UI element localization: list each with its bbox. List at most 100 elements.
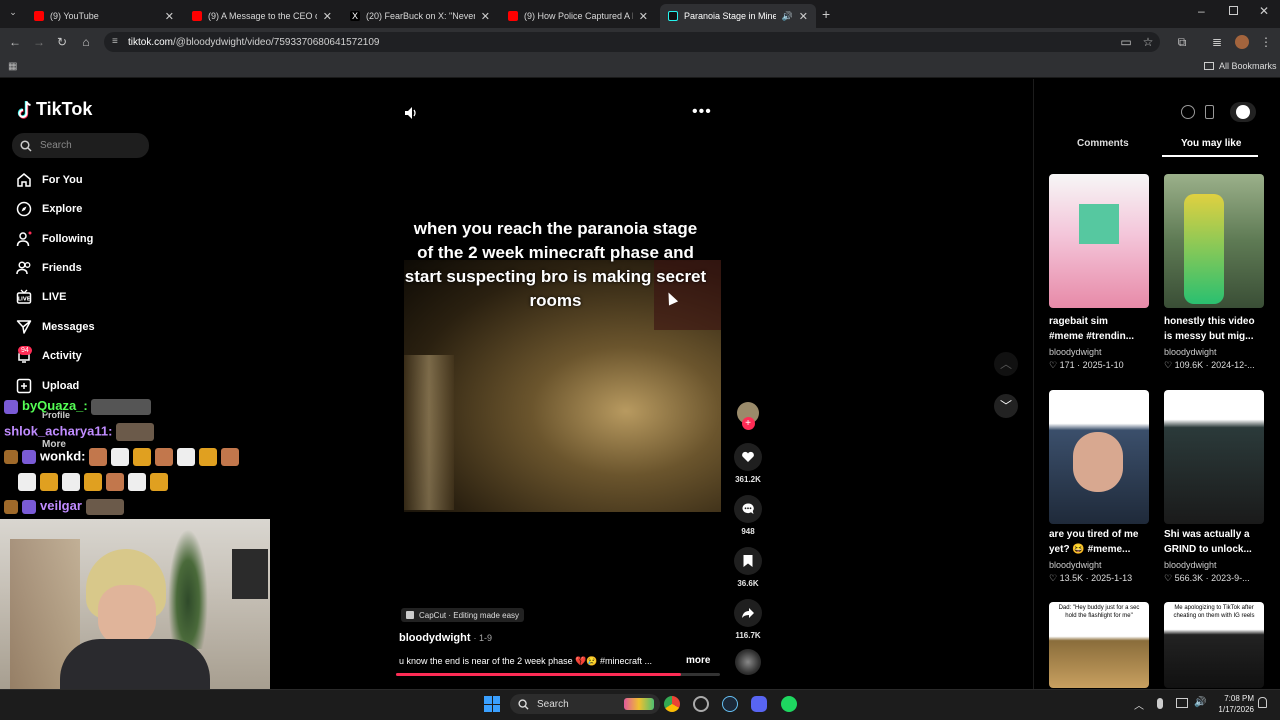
discord-taskbar-icon[interactable] [751,696,767,712]
capcut-tag[interactable]: CapCut · Editing made easy [401,608,525,622]
app-taskbar-icon[interactable] [693,696,709,712]
apps-grid-icon[interactable]: ▦ [8,61,17,72]
next-video-button[interactable]: ﹀ [994,394,1018,418]
taskbar-date: 1/17/2026 [1218,705,1254,714]
paper-plane-icon [16,320,32,334]
minimize-icon[interactable]: – [1198,4,1205,18]
close-icon[interactable]: ✕ [481,10,490,23]
recommended-title[interactable]: are you tired of me yet? 😆 #meme... [1049,527,1145,557]
device-icon[interactable] [1205,105,1214,119]
nav-live[interactable]: LIVE LIVE [16,287,66,307]
chat-emote-icon [85,498,124,515]
extensions-icon[interactable]: ⧉ [1174,34,1190,50]
spotify-taskbar-icon[interactable] [781,696,797,712]
tab-underline [1162,155,1258,157]
chat-badge-icon [22,450,36,464]
restore-icon[interactable] [1229,6,1238,15]
mute-icon[interactable] [403,105,419,121]
reload-icon[interactable]: ↻ [54,34,70,50]
tab-paranoia-stage[interactable]: Paranoia Stage in Minecraft 🔊✕ [660,4,816,28]
address-bar[interactable]: ≡ tiktok.com/@bloodydwight/video/7593370… [104,32,1160,52]
recommended-stats: ♡ 13.5K · 2025-1-13 [1049,573,1133,583]
chrome-taskbar-icon[interactable] [664,696,680,712]
recommended-author[interactable]: bloodydwight [1164,560,1217,570]
video-progress-bar[interactable] [396,673,720,676]
bookmark-star-icon[interactable]: ☆ [1140,34,1156,50]
close-icon[interactable]: ✕ [639,10,648,23]
forward-icon[interactable]: → [31,34,47,50]
search-icon [20,139,32,152]
music-disc[interactable] [733,649,763,675]
taskbar-search[interactable]: Search [510,694,660,714]
network-icon[interactable] [1176,698,1188,708]
media-controls-icon[interactable]: ≣ [1209,34,1225,50]
recommended-author[interactable]: bloodydwight [1164,347,1217,357]
all-bookmarks[interactable]: All Bookmarks [1204,61,1277,71]
tab-youtube[interactable]: (9) YouTube ✕ [26,4,182,28]
recommended-thumb[interactable] [1049,174,1149,308]
home-icon[interactable]: ⌂ [78,34,94,50]
microphone-icon[interactable] [1157,698,1163,709]
search-highlight-icon [624,698,654,710]
tab-fearbuck[interactable]: X (20) FearBuck on X: "Never bel✕ [342,4,498,28]
recommended-thumb[interactable] [1164,390,1264,524]
friends-icon [16,261,31,275]
nav-explore[interactable]: Explore [16,199,82,219]
tab-comments[interactable]: Comments [1077,138,1129,149]
recommended-title[interactable]: Shi was actually a GRIND to unlock... [1164,527,1260,557]
close-window-icon[interactable]: ✕ [1259,4,1269,18]
close-icon[interactable]: ✕ [165,10,174,23]
recommended-thumb[interactable] [1049,390,1149,524]
speaker-icon[interactable]: 🔊 [782,11,793,22]
share-button[interactable]: 116.7K [733,599,763,640]
chat-message: veilgar [4,498,128,515]
explore-icon[interactable] [1181,105,1195,119]
video-progress-fill [396,673,682,676]
recommended-title[interactable]: honestly this video is messy but mig... [1164,314,1260,344]
chat-badge-icon [4,499,18,514]
recommended-thumb[interactable]: Me apologizing to TikTok after cheating … [1164,602,1264,688]
menu-kebab-icon[interactable]: ⋮ [1258,34,1274,50]
steam-taskbar-icon[interactable] [722,696,738,712]
close-icon[interactable]: ✕ [323,10,332,23]
theme-toggle[interactable] [1230,102,1256,122]
search-input[interactable]: Search [12,133,149,158]
recommended-title[interactable]: ragebait sim #meme #trendin... [1049,314,1145,344]
back-icon[interactable]: ← [7,34,23,50]
recommended-author[interactable]: bloodydwight [1049,560,1102,570]
nav-messages[interactable]: Messages [16,317,95,337]
nav-following[interactable]: Following [16,229,93,249]
close-icon[interactable]: ✕ [799,10,808,23]
recommended-thumb[interactable]: Dad: "Hey buddy just for a sec hold the … [1049,602,1149,688]
follow-plus-icon[interactable]: + [741,417,755,430]
notification-bell-icon[interactable] [1258,697,1267,708]
like-button[interactable]: 361.2K [733,443,763,484]
more-link[interactable]: more [686,655,710,666]
creator-avatar[interactable]: + [733,402,763,430]
prev-video-button[interactable]: ︿ [994,352,1018,376]
tab-you-may-like[interactable]: You may like [1181,138,1241,149]
new-tab-button[interactable]: + [822,6,830,22]
tray-chevron-icon[interactable]: ︿ [1134,697,1144,712]
install-app-icon[interactable]: ▭ [1118,34,1134,50]
tab-search-icon[interactable]: ⌄ [6,7,20,21]
save-button[interactable]: 36.6K [733,547,763,588]
music-disc-icon [735,649,761,675]
comment-button[interactable]: 948 [733,495,763,536]
recommended-thumb[interactable] [1164,174,1264,308]
recommended-author[interactable]: bloodydwight [1049,347,1102,357]
tab-message-ceo[interactable]: (9) A Message to the CEO of Re✕ [184,4,340,28]
nav-for-you[interactable]: For You [16,170,83,190]
tab-police[interactable]: (9) How Police Captured A Kille✕ [500,4,656,28]
profile-avatar[interactable] [1235,35,1249,49]
tiktok-logo[interactable]: TikTok [16,99,92,120]
windows-start-icon[interactable] [484,696,500,712]
youtube-favicon-icon [192,11,202,21]
video-options-icon[interactable]: ••• [692,103,712,121]
nav-friends[interactable]: Friends [16,258,82,278]
video-caption: when you reach the paranoia stage of the… [404,219,707,310]
video-author[interactable]: bloodydwight · 1-9 [399,632,492,644]
nav-upload[interactable]: Upload [16,376,79,396]
site-info-icon[interactable]: ≡ [112,36,118,47]
volume-icon[interactable]: 🔊 [1194,697,1206,708]
